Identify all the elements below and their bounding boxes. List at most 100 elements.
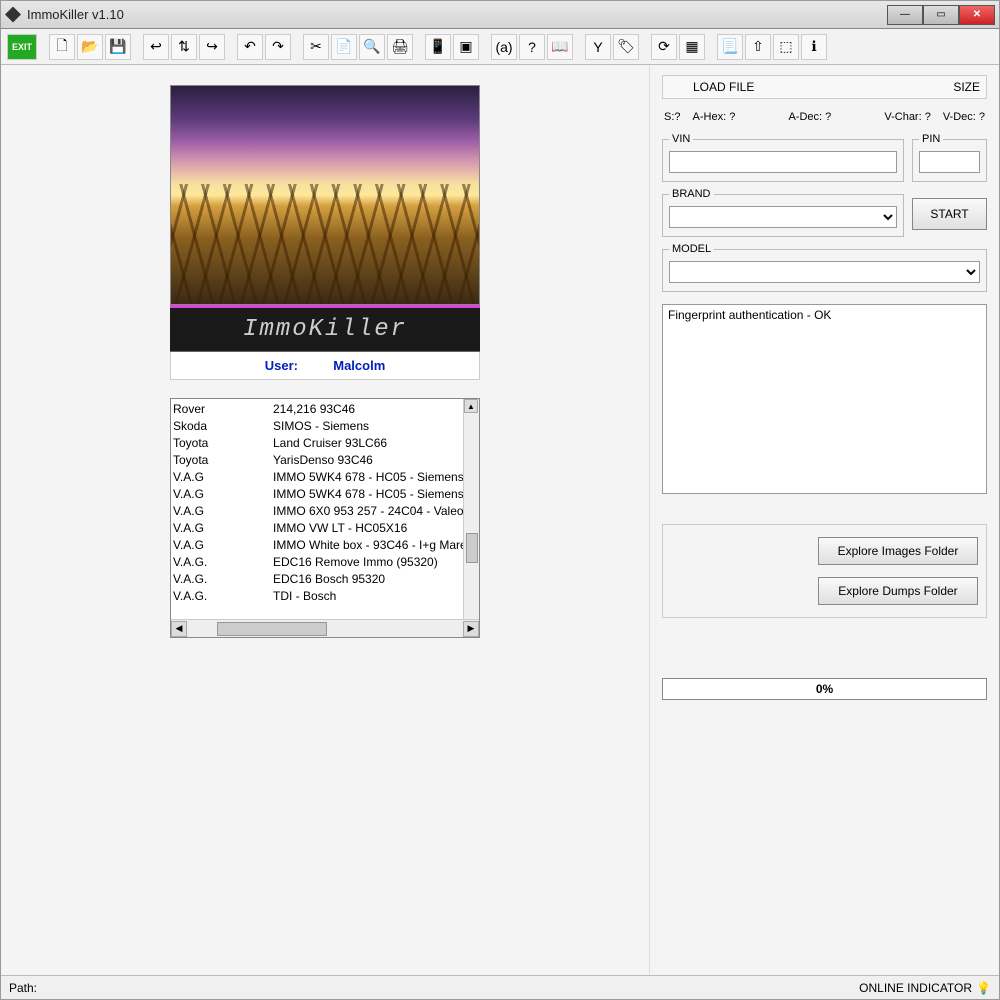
undo-icon[interactable]: ↶	[237, 34, 263, 60]
scroll-right-icon[interactable]: ▶	[463, 621, 479, 637]
book-icon[interactable]: 📖	[547, 34, 573, 60]
list-item[interactable]: V.A.GIMMO White box - 93C46 - I+g Marell…	[173, 537, 477, 554]
list-item[interactable]: SkodaSIMOS - Siemens	[173, 418, 477, 435]
list-item-desc: IMMO White box - 93C46 - I+g Marelli	[273, 537, 477, 554]
app-icon	[5, 7, 21, 23]
list-item-brand: V.A.G.	[173, 588, 273, 605]
info-vchar: V-Char: ?	[884, 111, 930, 123]
user-name: Malcolm	[333, 358, 385, 373]
list-item-brand: Skoda	[173, 418, 273, 435]
info-s: S:?	[664, 111, 681, 123]
pin-label: PIN	[919, 133, 943, 145]
explore-images-button[interactable]: Explore Images Folder	[818, 537, 978, 565]
tag-icon[interactable]: 🏷	[613, 34, 639, 60]
splash-image	[170, 85, 480, 305]
find-icon[interactable]: 🔍	[359, 34, 385, 60]
log-output[interactable]: Fingerprint authentication - OK	[662, 304, 987, 494]
list-item-desc: Land Cruiser 93LC66	[273, 435, 477, 452]
list-item-desc: IMMO 5WK4 678 - HC05 - Siemens	[273, 469, 477, 486]
list-item-brand: Rover	[173, 401, 273, 418]
scroll-left-icon[interactable]: ◀	[171, 621, 187, 637]
redo-icon[interactable]: ↷	[265, 34, 291, 60]
load-file-label: LOAD FILE	[669, 80, 953, 94]
list-vertical-scrollbar[interactable]: ▲	[463, 399, 479, 619]
maximize-button[interactable]: ▭	[923, 5, 959, 25]
tool-y-icon[interactable]: Y	[585, 34, 611, 60]
vin-label: VIN	[669, 133, 693, 145]
chip-icon[interactable]: ▦	[679, 34, 705, 60]
list-horizontal-scrollbar[interactable]: ◀ ▶	[171, 619, 479, 637]
start-button[interactable]: START	[912, 198, 987, 230]
list-item[interactable]: V.A.GIMMO VW LT - HC05X16	[173, 520, 477, 537]
minimize-button[interactable]: —	[887, 5, 923, 25]
online-indicator: ONLINE INDICATOR 💡	[859, 981, 991, 995]
list-item[interactable]: V.A.GIMMO 6X0 953 257 - 24C04 - Valeo	[173, 503, 477, 520]
import-icon[interactable]: ↩	[143, 34, 169, 60]
model-label: MODEL	[669, 243, 714, 255]
progress-value: 0%	[816, 682, 833, 696]
log-line: Fingerprint authentication - OK	[668, 308, 831, 322]
brand-select[interactable]	[669, 206, 897, 228]
list-item[interactable]: V.A.G.EDC16 Bosch 95320	[173, 571, 477, 588]
list-item[interactable]: ToyotaLand Cruiser 93LC66	[173, 435, 477, 452]
list-item[interactable]: V.A.GIMMO 5WK4 678 - HC05 - Siemens	[173, 486, 477, 503]
refresh-icon[interactable]: ⟳	[651, 34, 677, 60]
info-vdec: V-Dec: ?	[943, 111, 985, 123]
list-item-desc: 214,216 93C46	[273, 401, 477, 418]
list-item[interactable]: V.A.GIMMO 5WK4 678 - HC05 - Siemens	[173, 469, 477, 486]
list-item-brand: V.A.G	[173, 503, 273, 520]
scroll-thumb[interactable]	[466, 533, 478, 563]
select-icon[interactable]: ⬚	[773, 34, 799, 60]
main-toolbar: EXIT 🗋 📂 💾 ↩ ⇅ ↪ ↶ ↷ ✂ 📄 🔍 🖨 📱 ▣ (a) ? 📖…	[1, 29, 999, 65]
size-label: SIZE	[953, 80, 980, 94]
device-icon[interactable]: ▣	[453, 34, 479, 60]
doc-icon[interactable]: 📃	[717, 34, 743, 60]
list-item-desc: SIMOS - Siemens	[273, 418, 477, 435]
progress-bar: 0%	[662, 678, 987, 700]
vin-input[interactable]	[669, 151, 897, 173]
close-button[interactable]: ✕	[959, 5, 995, 25]
text-icon[interactable]: (a)	[491, 34, 517, 60]
exit-button[interactable]: EXIT	[7, 34, 37, 60]
path-label: Path:	[9, 981, 859, 995]
explore-dumps-button[interactable]: Explore Dumps Folder	[818, 577, 978, 605]
list-item-desc: IMMO VW LT - HC05X16	[273, 520, 477, 537]
list-item-desc: IMMO 6X0 953 257 - 24C04 - Valeo	[273, 503, 477, 520]
copy-icon[interactable]: 📄	[331, 34, 357, 60]
scroll-up-icon[interactable]: ▲	[464, 399, 478, 413]
brand-label: BRAND	[669, 188, 714, 200]
model-select[interactable]	[669, 261, 980, 283]
user-label: User:	[265, 358, 298, 373]
info-row: S:? A-Hex: ? A-Dec: ? V-Char: ? V-Dec: ?	[662, 107, 987, 127]
window-titlebar: ImmoKiller v1.10 — ▭ ✕	[1, 1, 999, 29]
file-header: LOAD FILE SIZE	[662, 75, 987, 99]
vehicle-list[interactable]: Rover214,216 93C46SkodaSIMOS - SiemensTo…	[170, 398, 480, 638]
list-item-brand: Toyota	[173, 435, 273, 452]
help-icon[interactable]: ?	[519, 34, 545, 60]
list-item-brand: V.A.G.	[173, 571, 273, 588]
list-item-brand: V.A.G	[173, 520, 273, 537]
list-item-desc: YarisDenso 93C46	[273, 452, 477, 469]
save-icon[interactable]: 💾	[105, 34, 131, 60]
print-icon[interactable]: 🖨	[387, 34, 413, 60]
pin-input[interactable]	[919, 151, 980, 173]
brand-group: BRAND	[662, 188, 904, 237]
vin-group: VIN	[662, 133, 904, 182]
cut-icon[interactable]: ✂	[303, 34, 329, 60]
scroll-thumb[interactable]	[217, 622, 327, 636]
calculator-icon[interactable]: 📱	[425, 34, 451, 60]
right-panel: LOAD FILE SIZE S:? A-Hex: ? A-Dec: ? V-C…	[649, 65, 999, 975]
list-item[interactable]: V.A.G.EDC16 Remove Immo (95320)	[173, 554, 477, 571]
list-item[interactable]: V.A.G.TDI - Bosch	[173, 588, 477, 605]
export-icon[interactable]: ↪	[199, 34, 225, 60]
list-item-desc: IMMO 5WK4 678 - HC05 - Siemens	[273, 486, 477, 503]
sort-icon[interactable]: ⇅	[171, 34, 197, 60]
pin-group: PIN	[912, 133, 987, 182]
up-icon[interactable]: ⇧	[745, 34, 771, 60]
explore-section: Explore Images Folder Explore Dumps Fold…	[662, 524, 987, 618]
open-file-icon[interactable]: 📂	[77, 34, 103, 60]
list-item[interactable]: ToyotaYarisDenso 93C46	[173, 452, 477, 469]
new-file-icon[interactable]: 🗋	[49, 34, 75, 60]
list-item[interactable]: Rover214,216 93C46	[173, 401, 477, 418]
info-icon[interactable]: ℹ	[801, 34, 827, 60]
